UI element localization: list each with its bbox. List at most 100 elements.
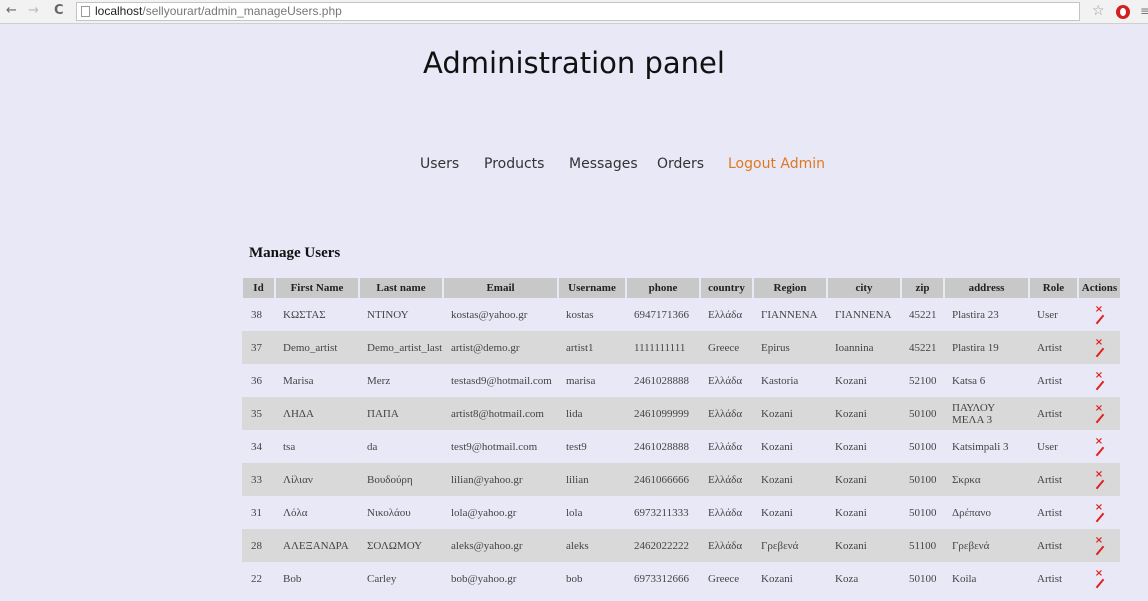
page-title: Administration panel bbox=[423, 46, 725, 80]
nav-orders[interactable]: Orders bbox=[657, 156, 704, 172]
edit-icon[interactable] bbox=[1095, 381, 1104, 390]
cell-country: Greece bbox=[700, 331, 753, 364]
cell-id: 38 bbox=[242, 298, 275, 331]
admin-nav: Users Products Messages Orders Logout Ad… bbox=[0, 156, 1148, 176]
cell-id: 31 bbox=[242, 496, 275, 529]
cell-actions: × bbox=[1078, 397, 1120, 430]
cell-country: Ελλάδα bbox=[700, 298, 753, 331]
cell-first-name: Demo_artist bbox=[275, 331, 359, 364]
column-header-email[interactable]: Email bbox=[442, 278, 558, 298]
cell-region: Epirus bbox=[753, 331, 827, 364]
delete-icon[interactable]: × bbox=[1078, 371, 1120, 381]
cell-email: artist8@hotmail.com bbox=[443, 397, 558, 430]
column-header-city[interactable]: city bbox=[826, 278, 901, 298]
cell-partial bbox=[443, 595, 558, 601]
column-header-phone[interactable]: phone bbox=[625, 278, 700, 298]
cell-actions: × bbox=[1078, 298, 1120, 331]
cell-zip: 50100 bbox=[901, 463, 944, 496]
column-header-country[interactable]: country bbox=[699, 278, 753, 298]
cell-role: Artist bbox=[1029, 562, 1078, 595]
delete-icon[interactable]: × bbox=[1078, 305, 1120, 315]
edit-icon[interactable] bbox=[1095, 579, 1104, 588]
users-table-body: 38 ΚΩΣΤΑΣ ΝΤΙΝΟΥ kostas@yahoo.gr kostas 69471… bbox=[242, 298, 1120, 601]
table-row: 37 Demo_artist Demo_artist_last artist@demo… bbox=[242, 331, 1120, 364]
bookmark-star-icon[interactable]: ☆ bbox=[1092, 3, 1105, 19]
edit-icon[interactable] bbox=[1095, 447, 1104, 456]
nav-logout[interactable]: Logout Admin bbox=[728, 156, 825, 172]
table-row-partial bbox=[242, 595, 1120, 601]
column-header-address[interactable]: address bbox=[943, 278, 1029, 298]
cell-first-name: ΛΗΔΑ bbox=[275, 397, 359, 430]
cell-role: User bbox=[1029, 430, 1078, 463]
cell-zip: 50100 bbox=[901, 496, 944, 529]
cell-last-name: ΣΟΛΩΜΟΥ bbox=[359, 529, 443, 562]
forward-icon[interactable]: → bbox=[28, 3, 39, 18]
edit-icon[interactable] bbox=[1095, 480, 1104, 489]
edit-icon[interactable] bbox=[1095, 546, 1104, 555]
cell-address: Γρεβενά bbox=[944, 529, 1029, 562]
delete-icon[interactable]: × bbox=[1078, 338, 1120, 348]
cell-role: Artist bbox=[1029, 331, 1078, 364]
column-header-username[interactable]: Username bbox=[557, 278, 626, 298]
delete-icon[interactable]: × bbox=[1078, 503, 1120, 513]
cell-address: ΠΑΥΛΟΥ ΜΕΛΑ 3 bbox=[944, 397, 1029, 430]
nav-users[interactable]: Users bbox=[420, 156, 459, 172]
cell-email: lola@yahoo.gr bbox=[443, 496, 558, 529]
cell-zip: 45221 bbox=[901, 331, 944, 364]
cell-first-name: Bob bbox=[275, 562, 359, 595]
page-icon bbox=[81, 6, 90, 17]
cell-username: aleks bbox=[558, 529, 626, 562]
cell-id: 37 bbox=[242, 331, 275, 364]
cell-id: 34 bbox=[242, 430, 275, 463]
cell-username: lilian bbox=[558, 463, 626, 496]
cell-email: artist@demo.gr bbox=[443, 331, 558, 364]
column-header-last-name[interactable]: Last name bbox=[358, 278, 443, 298]
cell-role: Artist bbox=[1029, 397, 1078, 430]
column-header-region[interactable]: Region bbox=[752, 278, 827, 298]
cell-city: Kozani bbox=[827, 430, 901, 463]
table-row: 28 ΑΛΕΞΑΝΔΡΑ ΣΟΛΩΜΟΥ aleks@yahoo.gr aleks 246… bbox=[242, 529, 1120, 562]
delete-icon[interactable]: × bbox=[1078, 569, 1120, 579]
cell-username: kostas bbox=[558, 298, 626, 331]
column-header-role[interactable]: Role bbox=[1028, 278, 1078, 298]
edit-icon[interactable] bbox=[1095, 513, 1104, 522]
column-header-actions: Actions bbox=[1077, 278, 1120, 298]
cell-phone: 1111111111 bbox=[626, 331, 700, 364]
menu-icon[interactable]: ≡ bbox=[1140, 4, 1148, 18]
cell-actions: × bbox=[1078, 529, 1120, 562]
opera-extension-icon[interactable] bbox=[1116, 5, 1130, 19]
edit-icon[interactable] bbox=[1095, 414, 1104, 423]
column-header-zip[interactable]: zip bbox=[900, 278, 944, 298]
table-row: 31 Λόλα Νικολάου lola@yahoo.gr lola 697321133… bbox=[242, 496, 1120, 529]
cell-first-name: Λίλιαν bbox=[275, 463, 359, 496]
cell-partial bbox=[359, 595, 443, 601]
delete-icon[interactable]: × bbox=[1078, 536, 1120, 546]
cell-city: Kozani bbox=[827, 364, 901, 397]
address-bar[interactable]: localhost/sellyourart/admin_manageUsers.… bbox=[76, 2, 1080, 21]
delete-icon[interactable]: × bbox=[1078, 470, 1120, 480]
cell-region: Kozani bbox=[753, 463, 827, 496]
delete-icon[interactable]: × bbox=[1078, 404, 1120, 414]
cell-partial bbox=[901, 595, 944, 601]
cell-phone: 6973312666 bbox=[626, 562, 700, 595]
cell-first-name: ΚΩΣΤΑΣ bbox=[275, 298, 359, 331]
cell-username: artist1 bbox=[558, 331, 626, 364]
back-icon[interactable]: ← bbox=[6, 3, 17, 18]
cell-address: Koila bbox=[944, 562, 1029, 595]
cell-address: Δρέπανο bbox=[944, 496, 1029, 529]
edit-icon[interactable] bbox=[1095, 315, 1104, 324]
cell-phone: 2461028888 bbox=[626, 430, 700, 463]
table-row: 38 ΚΩΣΤΑΣ ΝΤΙΝΟΥ kostas@yahoo.gr kostas 69471… bbox=[242, 298, 1120, 331]
cell-city: Koza bbox=[827, 562, 901, 595]
cell-last-name: Merz bbox=[359, 364, 443, 397]
cell-actions: × bbox=[1078, 331, 1120, 364]
edit-icon[interactable] bbox=[1095, 348, 1104, 357]
reload-icon[interactable]: C bbox=[54, 3, 64, 18]
delete-icon[interactable]: × bbox=[1078, 437, 1120, 447]
cell-email: test9@hotmail.com bbox=[443, 430, 558, 463]
nav-messages[interactable]: Messages bbox=[569, 156, 638, 172]
column-header-first-name[interactable]: First Name bbox=[274, 278, 359, 298]
nav-products[interactable]: Products bbox=[484, 156, 544, 172]
cell-last-name: Νικολάου bbox=[359, 496, 443, 529]
column-header-id[interactable]: Id bbox=[241, 278, 275, 298]
